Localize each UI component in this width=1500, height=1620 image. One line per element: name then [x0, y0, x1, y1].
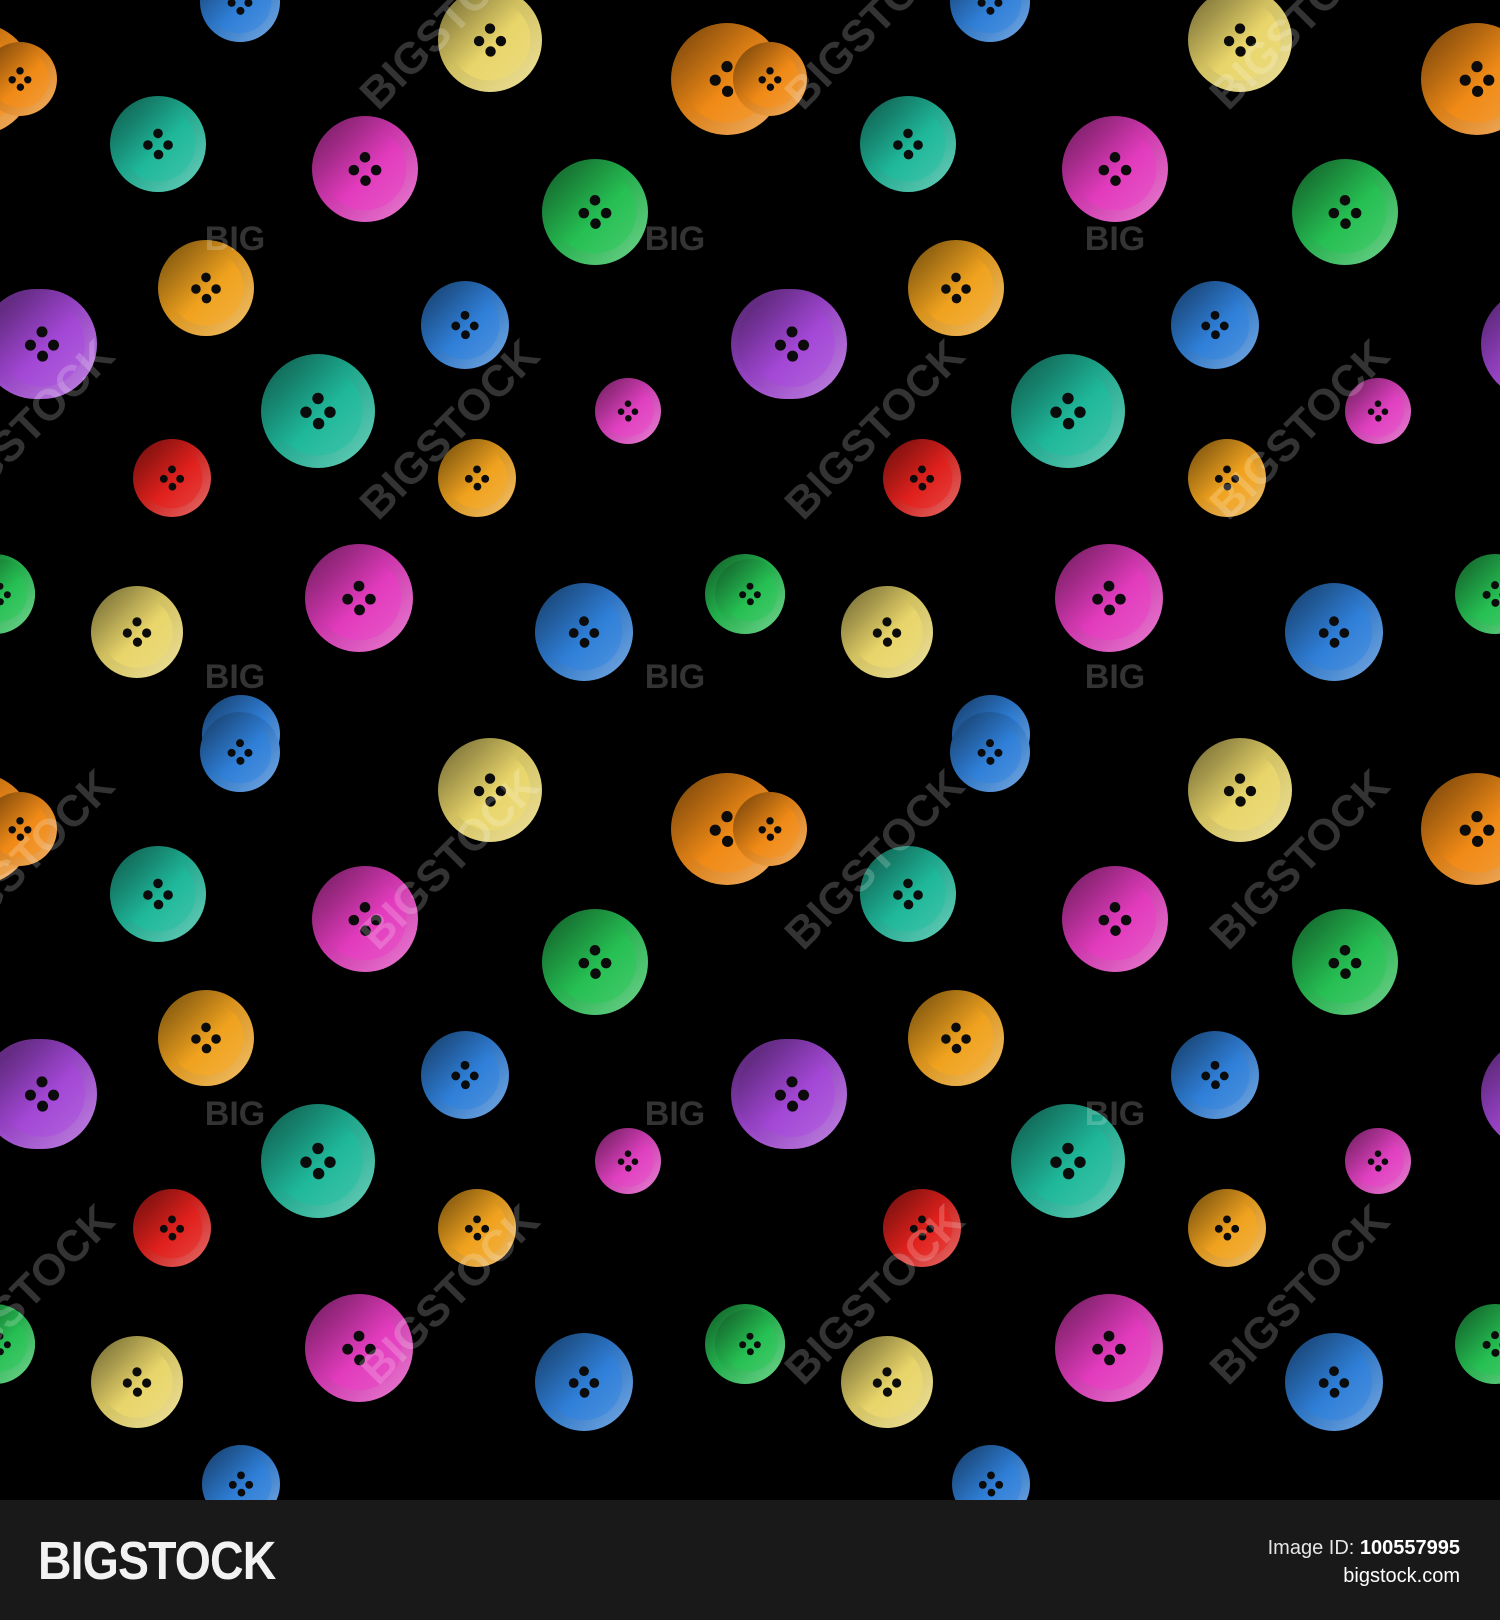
green-button-shape	[1292, 909, 1398, 1015]
blue-button-shape	[202, 1445, 280, 1500]
teal-button-shape	[261, 1104, 375, 1218]
orange-button-shape	[1421, 23, 1500, 135]
image-meta: Image ID: 100557995 bigstock.com	[1268, 1534, 1460, 1590]
watermark-text: BIG	[1085, 1095, 1145, 1133]
blue-button-shape	[950, 0, 1030, 42]
pink-button-shape	[595, 378, 661, 444]
yellow-button-shape	[841, 1336, 933, 1428]
watermark-text: BIGSTOCK	[0, 760, 124, 958]
yellow-button-shape	[1188, 738, 1292, 842]
bigstock-logo[interactable]: BIGSTOCK	[38, 1528, 276, 1594]
watermark-text: BIGSTOCK	[776, 0, 974, 119]
image-id-value: 100557995	[1359, 1537, 1460, 1559]
purple-button-shape	[1481, 1052, 1500, 1136]
watermark-text: BIG	[645, 658, 705, 696]
orange-button-shape	[0, 42, 57, 116]
image-id-label: Image ID:	[1267, 1537, 1355, 1559]
teal-button-shape	[110, 846, 206, 942]
purple-button-shape	[737, 1039, 847, 1149]
blue-button-shape	[200, 0, 280, 42]
site-link[interactable]: bigstock.com	[1268, 1562, 1460, 1590]
blue-button-shape	[535, 1333, 633, 1431]
magenta-button-shape	[1062, 866, 1168, 972]
footer-bar: BIGSTOCK Image ID: 100557995 bigstock.co…	[0, 1500, 1500, 1620]
pattern-canvas: BIGSTOCK BIGSTOCK BIGSTOCK BIGSTOCKBIGSTOCK…	[0, 0, 1500, 1500]
blue-button-shape	[535, 583, 633, 681]
button-pattern-image: BIGSTOCK BIGSTOCK BIGSTOCK BIGSTOCK BIGSTOCK…	[0, 0, 1500, 1500]
blue-button-shape	[1171, 1031, 1259, 1119]
magenta-button-shape	[1055, 544, 1163, 652]
watermark-text: BIG	[205, 658, 265, 696]
blue-button-shape	[1285, 1333, 1383, 1431]
magenta-button-shape	[305, 544, 413, 652]
green-button-shape	[1292, 159, 1398, 265]
blue-button-shape	[200, 712, 280, 792]
watermark-text: BIGSTOCK	[776, 760, 974, 958]
blue-button-shape	[1285, 583, 1383, 681]
green-button-shape	[715, 1309, 785, 1379]
purple-button-shape	[737, 289, 847, 399]
blue-button-shape	[1171, 281, 1259, 369]
watermark-text: BIG	[1085, 658, 1145, 696]
green-button-shape	[542, 159, 648, 265]
pink-button-shape	[1345, 1128, 1411, 1194]
teal-button-shape	[1011, 354, 1125, 468]
yellow-button-shape	[91, 1336, 183, 1428]
blue-button-shape	[950, 712, 1030, 792]
amber-button-shape	[908, 990, 1004, 1086]
watermark-text: BIG	[1085, 220, 1145, 258]
blue-button-shape	[952, 1445, 1030, 1500]
amber-button-shape	[908, 240, 1004, 336]
purple-button-shape	[1481, 302, 1500, 386]
yellow-button-shape	[91, 586, 183, 678]
orange-button-shape	[1421, 773, 1500, 885]
watermark-text: BIG	[645, 1095, 705, 1133]
purple-button-shape	[0, 1039, 97, 1149]
magenta-button-shape	[312, 116, 418, 222]
watermark-layer: BIGSTOCK BIGSTOCK BIGSTOCK BIGSTOCKBIGSTOCK…	[0, 0, 1399, 1394]
magenta-button-shape	[1055, 1294, 1163, 1402]
amber-button-shape	[1188, 1189, 1266, 1267]
green-button-shape	[1455, 554, 1500, 634]
green-button-shape	[0, 559, 35, 629]
watermark-text: BIG	[205, 220, 265, 258]
blue-button-shape	[421, 1031, 509, 1119]
green-button-shape	[715, 559, 785, 629]
orange-button-shape	[733, 792, 807, 866]
watermark-text: BIG	[205, 1095, 265, 1133]
green-button-shape	[1455, 1304, 1500, 1384]
red-button-shape	[883, 439, 961, 517]
teal-button-shape	[860, 96, 956, 192]
teal-button-shape	[261, 354, 375, 468]
magenta-button-shape	[1062, 116, 1168, 222]
red-button-shape	[133, 439, 211, 517]
teal-button-shape	[110, 96, 206, 192]
red-button-shape	[133, 1189, 211, 1267]
green-button-shape	[542, 909, 648, 1015]
pink-button-shape	[595, 1128, 661, 1194]
amber-button-shape	[158, 990, 254, 1086]
watermark-text: BIG	[645, 220, 705, 258]
yellow-button-shape	[841, 586, 933, 678]
